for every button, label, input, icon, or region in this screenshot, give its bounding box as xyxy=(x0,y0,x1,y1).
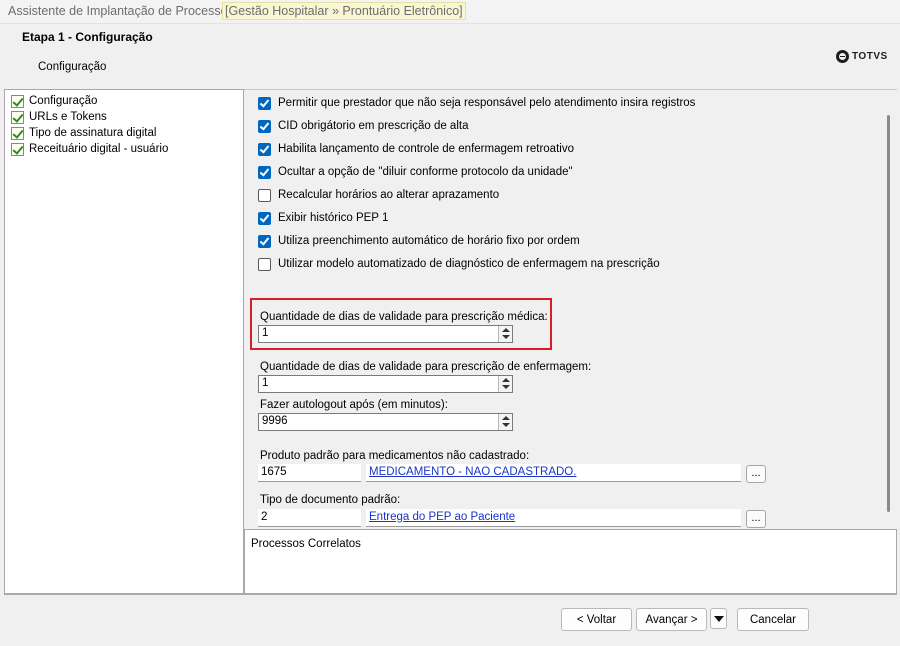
step-title: Etapa 1 - Configuração xyxy=(22,30,153,44)
option-row[interactable]: Recalcular horários ao alterar aprazamen… xyxy=(258,187,499,203)
option-row[interactable]: Habilita lançamento de controle de enfer… xyxy=(258,141,574,157)
produto-link[interactable]: MEDICAMENTO - NAO CADASTRADO. xyxy=(369,466,576,478)
wizard-header: Etapa 1 - Configuração Configuração TOTV… xyxy=(0,24,896,88)
spin-value: 1 xyxy=(262,377,269,389)
steps-tree: Configuração URLs e Tokens Tipo de assin… xyxy=(4,89,244,594)
totvs-logo: TOTVS xyxy=(836,50,888,63)
spin-up-icon[interactable] xyxy=(502,416,510,420)
next-dropdown-button[interactable] xyxy=(710,608,727,629)
divider xyxy=(4,594,897,595)
title-bar: Assistente de Implantação de Processos [… xyxy=(0,0,900,24)
checkbox[interactable] xyxy=(258,234,271,248)
validade-enfermagem-input[interactable]: 1 xyxy=(258,375,513,393)
option-label: Utiliza preenchimento automático de horá… xyxy=(278,235,580,247)
spin-buttons[interactable] xyxy=(498,376,512,392)
option-label: Ocultar a opção de "diluir conforme prot… xyxy=(278,166,573,178)
sidebar-item-label: Tipo de assinatura digital xyxy=(29,127,157,139)
back-button[interactable]: < Voltar xyxy=(561,608,632,631)
check-document-icon xyxy=(11,142,24,156)
produto-padrao-label: Produto padrão para medicamentos não cad… xyxy=(260,450,530,462)
autologout-label: Fazer autologout após (em minutos): xyxy=(260,399,448,411)
autologout-input[interactable]: 9996 xyxy=(258,413,513,431)
option-label: Permitir que prestador que não seja resp… xyxy=(278,97,696,109)
window-context: [Gestão Hospitalar » Prontuário Eletrôni… xyxy=(222,2,466,20)
option-row[interactable]: CID obrigátorio em prescrição de alta xyxy=(258,118,468,134)
sidebar-item-receituario[interactable]: Receituário digital - usuário xyxy=(11,141,168,157)
spin-down-icon[interactable] xyxy=(502,335,510,339)
produto-code-input[interactable]: 1675 xyxy=(258,464,361,482)
produto-description: MEDICAMENTO - NAO CADASTRADO. xyxy=(366,464,741,482)
cancel-button[interactable]: Cancelar xyxy=(737,608,809,631)
spin-down-icon[interactable] xyxy=(502,423,510,427)
checkbox[interactable] xyxy=(258,257,271,271)
spin-value: 1 xyxy=(262,327,269,339)
spin-up-icon[interactable] xyxy=(502,378,510,382)
spin-up-icon[interactable] xyxy=(502,328,510,332)
sidebar-item-urls-tokens[interactable]: URLs e Tokens xyxy=(11,109,107,125)
sidebar-item-label: Configuração xyxy=(29,95,98,107)
checkbox[interactable] xyxy=(258,165,271,179)
option-row[interactable]: Utiliza preenchimento automático de horá… xyxy=(258,233,580,249)
documento-description: Entrega do PEP ao Paciente xyxy=(366,509,741,527)
check-document-icon xyxy=(11,94,24,108)
option-label: Exibir histórico PEP 1 xyxy=(278,212,389,224)
next-button[interactable]: Avançar > xyxy=(636,608,707,631)
option-row[interactable]: Exibir histórico PEP 1 xyxy=(258,210,388,226)
validade-medica-input[interactable]: 1 xyxy=(258,325,513,343)
related-processes-label: Processos Correlatos xyxy=(251,538,361,550)
sidebar-item-label: URLs e Tokens xyxy=(29,111,107,123)
sidebar-item-assinatura[interactable]: Tipo de assinatura digital xyxy=(11,125,156,141)
produto-lookup-button[interactable]: ... xyxy=(746,465,766,483)
check-document-icon xyxy=(11,110,24,124)
tipo-documento-label: Tipo de documento padrão: xyxy=(260,494,401,506)
sidebar-item-label: Receituário digital - usuário xyxy=(29,143,169,155)
option-row[interactable]: Utilizar modelo automatizado de diagnóst… xyxy=(258,256,660,272)
related-processes-panel: Processos Correlatos xyxy=(244,529,897,594)
checkbox[interactable] xyxy=(258,119,271,133)
step-subtitle: Configuração xyxy=(38,61,107,73)
option-row[interactable]: Ocultar a opção de "diluir conforme prot… xyxy=(258,164,573,180)
spin-value: 9996 xyxy=(262,415,288,427)
documento-link[interactable]: Entrega do PEP ao Paciente xyxy=(369,511,515,523)
checkbox[interactable] xyxy=(258,142,271,156)
spin-down-icon[interactable] xyxy=(502,385,510,389)
check-document-icon xyxy=(11,126,24,140)
window-title: Assistente de Implantação de Processos xyxy=(8,4,234,18)
scrollbar[interactable] xyxy=(887,115,890,512)
option-label: Habilita lançamento de controle de enfer… xyxy=(278,143,574,155)
spin-buttons[interactable] xyxy=(498,326,512,342)
spin-buttons[interactable] xyxy=(498,414,512,430)
option-label: Recalcular horários ao alterar aprazamen… xyxy=(278,189,500,201)
documento-lookup-button[interactable]: ... xyxy=(746,510,766,528)
logo-ring-icon xyxy=(836,50,849,63)
option-label: Utilizar modelo automatizado de diagnóst… xyxy=(278,258,660,270)
checkbox[interactable] xyxy=(258,211,271,225)
sidebar-item-configuracao[interactable]: Configuração xyxy=(11,93,97,109)
option-label: CID obrigátorio em prescrição de alta xyxy=(278,120,469,132)
validade-medica-label: Quantidade de dias de validade para pres… xyxy=(260,311,548,323)
logo-text: TOTVS xyxy=(852,51,888,62)
documento-code-input[interactable]: 2 xyxy=(258,509,361,527)
checkbox[interactable] xyxy=(258,188,271,202)
validade-enfermagem-label: Quantidade de dias de validade para pres… xyxy=(260,361,592,373)
option-row[interactable]: Permitir que prestador que não seja resp… xyxy=(258,95,695,111)
checkbox[interactable] xyxy=(258,96,271,110)
